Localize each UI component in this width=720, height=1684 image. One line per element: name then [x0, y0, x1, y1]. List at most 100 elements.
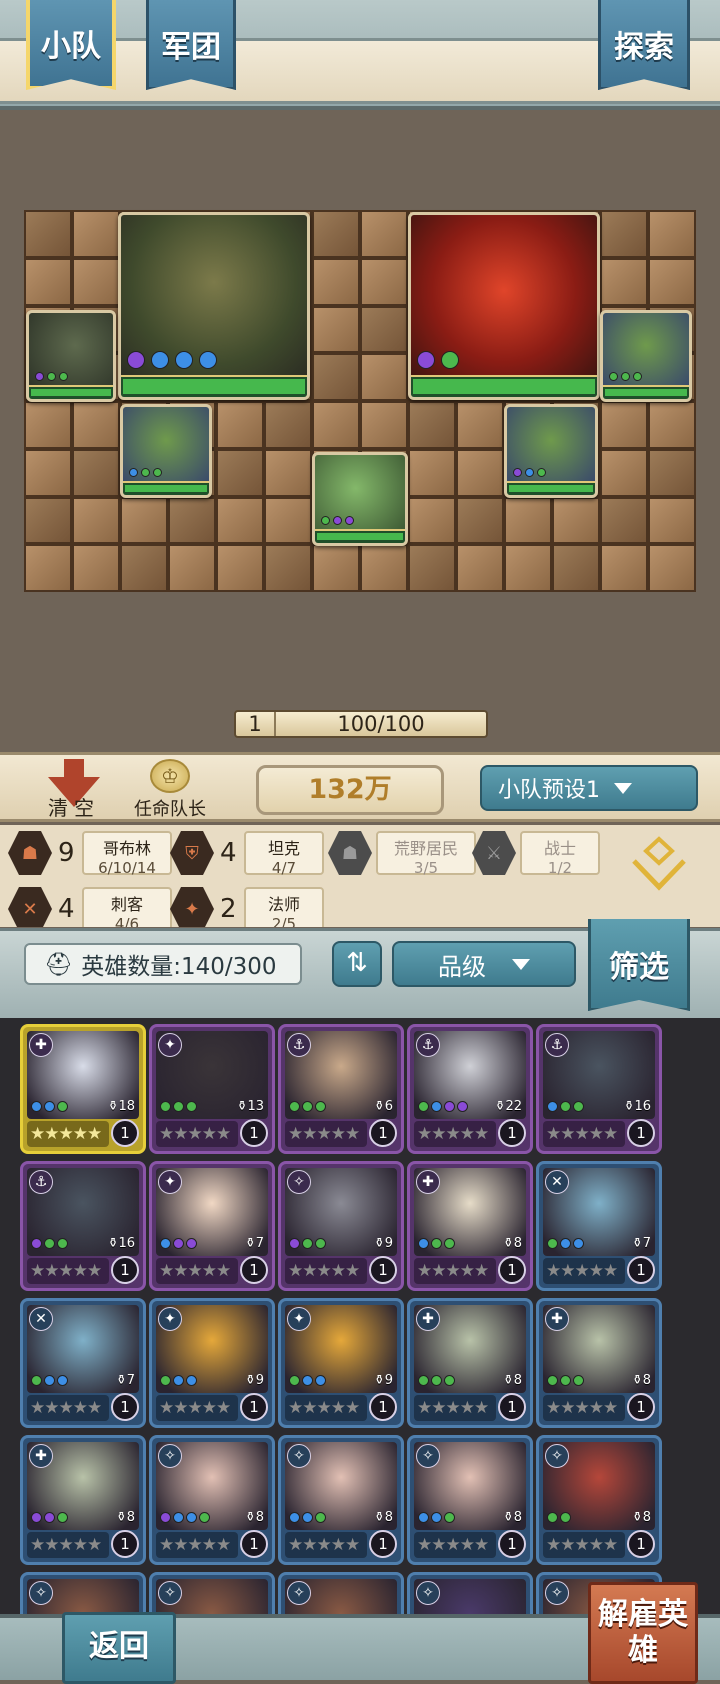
tab-squad[interactable]: 小队 [26, 0, 116, 90]
board-tile[interactable] [72, 496, 120, 545]
synergy-mage[interactable]: ✦ 2 法师 2/5 [170, 887, 324, 927]
board-tile[interactable] [360, 210, 408, 258]
hero-card[interactable]: ✦ ⚱9 ★★★★★ 1 [149, 1298, 275, 1428]
synergy-goblin[interactable]: ☗ 9 哥布林 6/10/14 [8, 831, 172, 877]
sort-order-button[interactable]: ⇅ [332, 941, 382, 987]
synergy-tank[interactable]: ⛨ 4 坦克 4/7 [170, 831, 324, 877]
board-tile[interactable] [600, 448, 648, 497]
board-tile[interactable] [456, 448, 504, 497]
hero-card[interactable]: ✧ ⚱8 ★★★★★ 1 [149, 1435, 275, 1565]
board-tile[interactable] [600, 210, 648, 258]
board-tile[interactable] [648, 496, 696, 545]
board-tile[interactable] [600, 496, 648, 545]
board-tile[interactable] [24, 210, 72, 258]
board-tile[interactable] [24, 448, 72, 497]
hero-card[interactable]: ✚ ⚱18 ★★★★★ 1 [20, 1024, 146, 1154]
hero-card[interactable]: ✕ ⚱7 ★★★★★ 1 [536, 1161, 662, 1291]
tab-legion[interactable]: 军团 [146, 0, 236, 90]
hero-card[interactable]: ✦ ⚱7 ★★★★★ 1 [149, 1161, 275, 1291]
hero-card[interactable]: ⚓ ⚱16 ★★★★★ 1 [20, 1161, 146, 1291]
board-tile[interactable] [312, 353, 360, 401]
goblin-warrior-unit-mid-right[interactable] [504, 404, 598, 498]
board-tile[interactable] [648, 544, 696, 592]
board-tile[interactable] [24, 544, 72, 592]
board-tile[interactable] [360, 353, 408, 401]
hero-card[interactable]: ⚓ ⚱22 ★★★★★ 1 [407, 1024, 533, 1154]
board-tile[interactable] [264, 544, 312, 592]
board-tile[interactable] [408, 544, 456, 592]
back-button[interactable]: 返回 [62, 1612, 176, 1684]
squad-preset-dropdown[interactable]: 小队预设1 [480, 765, 698, 811]
board-tile[interactable] [72, 210, 120, 258]
goblin-warrior-unit-right[interactable] [600, 310, 692, 402]
board-tile[interactable] [312, 305, 360, 354]
grade-sort-dropdown[interactable]: 品级 [392, 941, 576, 987]
synergy-wild[interactable]: ☗ 荒野居民 3/5 [328, 831, 476, 877]
board-tile[interactable] [312, 210, 360, 258]
board-tile[interactable] [312, 257, 360, 306]
hero-card[interactable]: ✚ ⚱8 ★★★★★ 1 [407, 1298, 533, 1428]
board-tile[interactable] [72, 448, 120, 497]
hero-card[interactable]: ✧ ⚱8 ★★★★★ 1 [536, 1435, 662, 1565]
board-tile[interactable] [120, 496, 168, 545]
hero-card[interactable]: ✚ ⚱8 ★★★★★ 1 [20, 1435, 146, 1565]
expand-synergy-icon[interactable] [626, 833, 692, 899]
dismiss-hero-button[interactable]: 解雇英雄 [588, 1582, 698, 1684]
board-tile[interactable] [264, 496, 312, 545]
clear-team-button[interactable]: 清空 [34, 759, 114, 821]
board-tile[interactable] [264, 448, 312, 497]
board-tile[interactable] [216, 544, 264, 592]
hero-card[interactable]: ✚ ⚱8 ★★★★★ 1 [536, 1298, 662, 1428]
board-tile[interactable] [648, 448, 696, 497]
board-tile[interactable] [456, 496, 504, 545]
board-tile[interactable] [168, 496, 216, 545]
board-tile[interactable] [552, 544, 600, 592]
board-tile[interactable] [456, 544, 504, 592]
board-tile[interactable] [648, 401, 696, 449]
board-tile[interactable] [360, 257, 408, 306]
synergy-assassin[interactable]: ✕ 4 刺客 4/6 [8, 887, 172, 927]
board-tile[interactable] [600, 257, 648, 306]
orc-brute-unit[interactable] [312, 452, 408, 546]
hero-card[interactable]: ✧★★★★★ [278, 1572, 404, 1620]
board-tile[interactable] [72, 401, 120, 449]
board-tile[interactable] [120, 544, 168, 592]
board-tile[interactable] [408, 401, 456, 449]
board-tile[interactable] [360, 544, 408, 592]
board-tile[interactable] [408, 448, 456, 497]
board-tile[interactable] [24, 401, 72, 449]
hero-card[interactable]: ✚ ⚱8 ★★★★★ 1 [407, 1161, 533, 1291]
board-tile[interactable] [600, 401, 648, 449]
goblin-warrior-unit-left[interactable] [120, 404, 212, 498]
board-tile[interactable] [72, 544, 120, 592]
board-tile[interactable] [552, 496, 600, 545]
board-tile[interactable] [648, 210, 696, 258]
board-tile[interactable] [216, 448, 264, 497]
goblin-scythe-unit[interactable] [26, 310, 116, 402]
board-tile[interactable] [504, 496, 552, 545]
tab-explore[interactable]: 探索 [598, 0, 690, 90]
board-tile[interactable] [72, 257, 120, 306]
board-tile[interactable] [264, 401, 312, 449]
fire-beast-unit[interactable] [408, 212, 600, 400]
hero-card[interactable]: ✧★★★★★ [407, 1572, 533, 1620]
hero-card[interactable]: ✕ ⚱7 ★★★★★ 1 [20, 1298, 146, 1428]
hero-card[interactable]: ✦ ⚱13 ★★★★★ 1 [149, 1024, 275, 1154]
appoint-leader-button[interactable]: ♔ 任命队长 [120, 759, 220, 821]
hero-card[interactable]: ✧ ⚱8 ★★★★★ 1 [278, 1435, 404, 1565]
filter-button[interactable]: 筛选 [588, 919, 690, 1011]
board-tile[interactable] [24, 496, 72, 545]
board-tile[interactable] [216, 496, 264, 545]
board-tile[interactable] [648, 257, 696, 306]
board-tile[interactable] [168, 544, 216, 592]
board-tile[interactable] [24, 257, 72, 306]
board-tile[interactable] [216, 401, 264, 449]
board-tile[interactable] [408, 496, 456, 545]
synergy-warrior[interactable]: ⚔ 战士 1/2 [472, 831, 600, 877]
hero-card[interactable]: ⚓ ⚱6 ★★★★★ 1 [278, 1024, 404, 1154]
board-tile[interactable] [600, 544, 648, 592]
hero-card[interactable]: ✧ ⚱8 ★★★★★ 1 [407, 1435, 533, 1565]
hero-card[interactable]: ✧ ⚱9 ★★★★★ 1 [278, 1161, 404, 1291]
steam-golem-unit[interactable] [118, 212, 310, 400]
hero-card[interactable]: ✦ ⚱9 ★★★★★ 1 [278, 1298, 404, 1428]
